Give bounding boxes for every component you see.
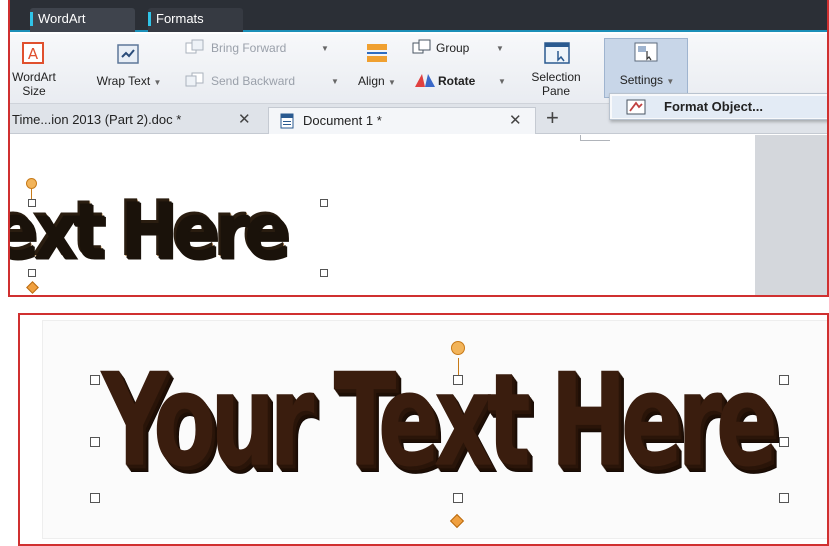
svg-text:A: A [28,45,39,63]
document-tab-1[interactable]: Time...ion 2013 (Part 2).doc * ✕ [10,107,265,134]
settings-button[interactable]: Settings ▼ [604,38,688,98]
wrap-text-icon [117,44,139,64]
send-backward-icon [185,72,204,87]
bottom-screenshot-panel: Your Text Here [18,313,829,546]
tab-indicator [148,12,151,26]
wordart-size-label: WordArt Size [10,70,64,98]
chevron-down-icon: ▼ [498,77,506,86]
settings-label: Settings ▼ [605,73,689,89]
bring-forward-button[interactable]: Bring Forward ▼ [185,39,335,59]
wrap-text-label: Wrap Text ▼ [84,74,174,90]
format-object-menu-item[interactable]: Format Object... [612,96,827,118]
document-tab-1-label: Time...ion 2013 (Part 2).doc * [12,112,182,127]
resize-handle[interactable] [90,375,100,385]
wordart-size-line1: WordArt [12,70,56,84]
document-tab-2-label: Document 1 * [303,113,382,128]
resize-handle[interactable] [320,269,328,277]
chevron-down-icon: ▼ [388,78,396,87]
selection-pane-button[interactable]: Selection Pane [515,40,597,100]
tab-formats-label: Formats [156,11,204,26]
selection-pane-line1: Selection [531,70,581,84]
chevron-down-icon: ▼ [153,78,162,87]
document-page[interactable]: ext Here [10,135,755,295]
wordart-size-button[interactable]: A WordArt Size [10,40,64,100]
selection-pane-line2: Pane [541,84,571,98]
wrap-text-text: Wrap Text [96,74,151,88]
bring-forward-icon [185,39,204,54]
format-object-icon [626,99,646,115]
align-text: Align [358,74,385,88]
rotate-button[interactable]: Rotate ▼ [412,72,512,92]
settings-icon [634,42,658,62]
group-icon [412,39,431,54]
group-label: Group [436,41,470,55]
wrap-text-button[interactable]: Wrap Text ▼ [84,40,174,100]
send-backward-label: Send Backward [211,74,296,88]
resize-handle[interactable] [320,199,328,207]
rotate-label: Rotate [438,74,476,88]
selection-pane-label: Selection Pane [515,70,597,98]
ribbon-tab-bar: WordArt Formats [10,0,827,32]
document-page[interactable]: Your Text Here [42,320,827,539]
resize-handle[interactable] [779,493,789,503]
resize-handle[interactable] [779,375,789,385]
wordart-text: Your Text Here [101,346,778,496]
wordart-size-icon: A [22,42,44,64]
chevron-down-icon: ▼ [666,77,675,86]
align-icon [367,44,387,62]
settings-dropdown-menu: Format Object... [609,93,827,120]
chevron-down-icon: ▼ [331,77,339,86]
chevron-down-icon: ▼ [321,44,329,53]
new-tab-button[interactable]: + [546,105,559,131]
close-icon[interactable]: ✕ [238,107,251,133]
chevron-down-icon: ▼ [496,44,504,53]
resize-handle[interactable] [779,437,789,447]
document-icon [280,113,294,129]
resize-handle[interactable] [90,493,100,503]
group-button[interactable]: Group ▼ [412,39,507,59]
align-button[interactable]: Align ▼ [346,40,408,100]
send-backward-button[interactable]: Send Backward ▼ [185,72,345,92]
wordart-text: ext Here [10,185,289,275]
wordart-object[interactable]: Your Text Here [101,346,778,496]
wordart-size-line2: Size [22,84,46,98]
top-screenshot-panel: WordArt Formats A WordArt Size Wrap Text… [8,0,829,297]
resize-handle[interactable] [90,437,100,447]
adjustment-handle[interactable] [26,281,39,294]
page-corner-mark [580,135,610,141]
active-tab-indicator [30,12,33,26]
bring-forward-label: Bring Forward [211,41,287,55]
document-area: ext Here [10,135,827,295]
settings-text: Settings [619,73,664,87]
tab-wordart-label: WordArt [38,11,86,26]
close-icon[interactable]: ✕ [509,108,522,134]
format-object-label: Format Object... [664,99,763,114]
tab-wordart[interactable]: WordArt [30,8,135,32]
rotate-icon [415,74,435,87]
document-tab-2[interactable]: Document 1 * ✕ [268,107,536,134]
selection-pane-icon [544,42,570,64]
tab-formats[interactable]: Formats [148,8,243,32]
align-label: Align ▼ [346,74,408,90]
adjustment-handle[interactable] [449,513,465,529]
wordart-object[interactable]: ext Here [10,185,289,275]
